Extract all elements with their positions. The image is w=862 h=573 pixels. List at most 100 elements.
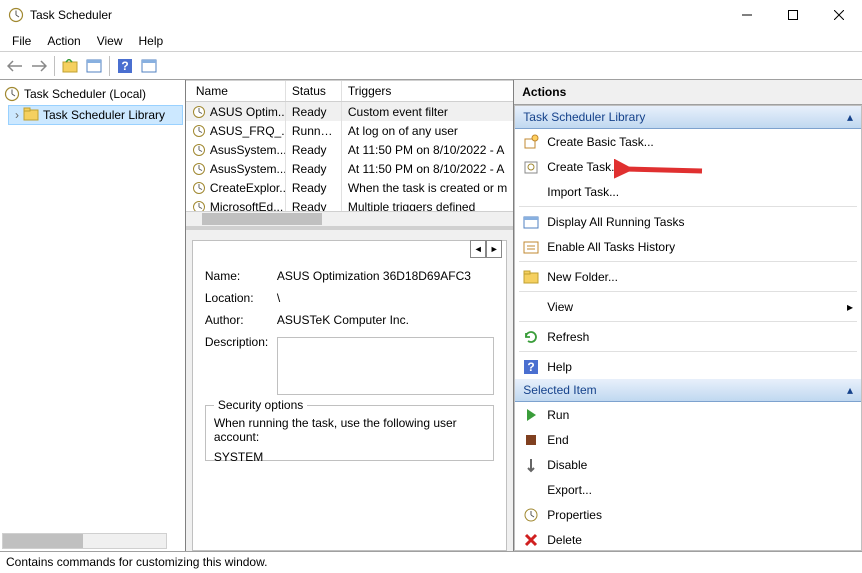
- blank-icon: [523, 299, 539, 315]
- clock-icon: [192, 105, 206, 119]
- running-icon: [523, 214, 539, 230]
- security-account: SYSTEM: [214, 450, 485, 464]
- action-help[interactable]: ?Help: [515, 354, 861, 379]
- run-icon: [523, 407, 539, 423]
- grid-scrollbar[interactable]: [186, 211, 513, 226]
- action-import-task[interactable]: Import Task...: [515, 179, 861, 204]
- actions-title: Actions: [514, 80, 862, 105]
- tool-folder-icon[interactable]: [59, 55, 81, 77]
- task-grid: Name Status Triggers ASUS Optim...ReadyC…: [186, 80, 513, 230]
- location-value: \: [277, 291, 494, 305]
- refresh-icon: [523, 329, 539, 345]
- delete-icon: [523, 532, 539, 548]
- author-label: Author:: [205, 313, 277, 327]
- window-title: Task Scheduler: [30, 8, 724, 22]
- titlebar: Task Scheduler: [0, 0, 862, 30]
- svg-text:?: ?: [121, 59, 128, 73]
- task-row[interactable]: ASUS Optim...ReadyCustom event filter: [186, 102, 513, 121]
- toolbar: ?: [0, 52, 862, 80]
- close-button[interactable]: [816, 0, 862, 30]
- menu-action[interactable]: Action: [39, 32, 88, 50]
- action-run[interactable]: Run: [515, 402, 861, 427]
- action-end[interactable]: End: [515, 427, 861, 452]
- col-header-status[interactable]: Status: [286, 81, 342, 101]
- pager-prev[interactable]: ◄: [470, 240, 486, 258]
- task-row[interactable]: ASUS_FRQ_...RunningAt log on of any user: [186, 121, 513, 140]
- history-icon: [523, 239, 539, 255]
- action-delete[interactable]: Delete: [515, 527, 861, 551]
- actions-group-selected[interactable]: Selected Item ▴: [515, 379, 861, 402]
- clock-icon: [192, 162, 206, 176]
- statusbar: Contains commands for customizing this w…: [0, 551, 862, 573]
- back-button[interactable]: [4, 55, 26, 77]
- security-text: When running the task, use the following…: [214, 416, 485, 444]
- action-properties[interactable]: Properties: [515, 502, 861, 527]
- clock-icon: [4, 86, 20, 102]
- clock-icon: [192, 200, 206, 211]
- description-label: Description:: [205, 335, 277, 349]
- end-icon: [523, 432, 539, 448]
- task-row[interactable]: AsusSystem...ReadyAt 11:50 PM on 8/10/20…: [186, 159, 513, 178]
- action-create-task[interactable]: Create Task...: [515, 154, 861, 179]
- actions-group-library[interactable]: Task Scheduler Library ▴: [515, 106, 861, 129]
- actions-pane: Actions Task Scheduler Library ▴ Create …: [514, 80, 862, 551]
- task-icon: [523, 159, 539, 175]
- tool-help-icon[interactable]: ?: [114, 55, 136, 77]
- chevron-right-icon[interactable]: ›: [11, 108, 23, 122]
- folder-icon: [23, 107, 39, 123]
- props-icon: [523, 507, 539, 523]
- disable-icon: [523, 457, 539, 473]
- task-row[interactable]: AsusSystem...ReadyAt 11:50 PM on 8/10/20…: [186, 140, 513, 159]
- action-view[interactable]: View▸: [515, 294, 861, 319]
- action-export[interactable]: Export...: [515, 477, 861, 502]
- col-header-name[interactable]: Name: [186, 81, 286, 101]
- forward-button[interactable]: [28, 55, 50, 77]
- collapse-icon: ▴: [847, 383, 853, 397]
- pager-next[interactable]: ►: [486, 240, 502, 258]
- tree-root-label: Task Scheduler (Local): [24, 87, 146, 101]
- blank-icon: [523, 184, 539, 200]
- menu-help[interactable]: Help: [131, 32, 172, 50]
- help-icon: ?: [523, 359, 539, 375]
- tree-scrollbar[interactable]: [2, 533, 167, 549]
- maximize-button[interactable]: [770, 0, 816, 30]
- action-enable-all-tasks-history[interactable]: Enable All Tasks History: [515, 234, 861, 259]
- clock-icon: [192, 181, 206, 195]
- blank-icon: [523, 482, 539, 498]
- author-value: ASUSTeK Computer Inc.: [277, 313, 494, 327]
- tree-child[interactable]: › Task Scheduler Library: [8, 105, 183, 125]
- action-disable[interactable]: Disable: [515, 452, 861, 477]
- tree-pane: Task Scheduler (Local) › Task Scheduler …: [0, 80, 186, 551]
- details-pane: ◄ ► Name: ASUS Optimization 36D18D69AFC3…: [186, 230, 513, 551]
- center-pane: Name Status Triggers ASUS Optim...ReadyC…: [186, 80, 514, 551]
- svg-text:?: ?: [528, 360, 535, 374]
- task-row[interactable]: MicrosoftEd...ReadyMultiple triggers def…: [186, 197, 513, 211]
- minimize-button[interactable]: [724, 0, 770, 30]
- task-row[interactable]: CreateExplor...ReadyWhen the task is cre…: [186, 178, 513, 197]
- name-label: Name:: [205, 269, 277, 283]
- menu-view[interactable]: View: [89, 32, 131, 50]
- col-header-trigger[interactable]: Triggers: [342, 81, 513, 101]
- chevron-right-icon: ▸: [847, 300, 853, 314]
- tool-pane1-icon[interactable]: [83, 55, 105, 77]
- description-box[interactable]: [277, 337, 494, 395]
- action-new-folder[interactable]: New Folder...: [515, 264, 861, 289]
- tree-child-label: Task Scheduler Library: [43, 108, 165, 122]
- tool-pane2-icon[interactable]: [138, 55, 160, 77]
- tree-root[interactable]: Task Scheduler (Local): [2, 84, 183, 104]
- status-text: Contains commands for customizing this w…: [6, 555, 267, 569]
- app-icon: [8, 7, 24, 23]
- action-create-basic-task[interactable]: Create Basic Task...: [515, 129, 861, 154]
- security-label: Security options: [214, 398, 307, 412]
- location-label: Location:: [205, 291, 277, 305]
- action-refresh[interactable]: Refresh: [515, 324, 861, 349]
- clock-icon: [192, 124, 206, 138]
- wizard-icon: [523, 134, 539, 150]
- clock-icon: [192, 143, 206, 157]
- security-group: Security options When running the task, …: [205, 405, 494, 461]
- action-display-all-running-tasks[interactable]: Display All Running Tasks: [515, 209, 861, 234]
- name-value: ASUS Optimization 36D18D69AFC3: [277, 269, 494, 283]
- folder-icon: [523, 269, 539, 285]
- grid-header: Name Status Triggers: [186, 80, 513, 102]
- menu-file[interactable]: File: [4, 32, 39, 50]
